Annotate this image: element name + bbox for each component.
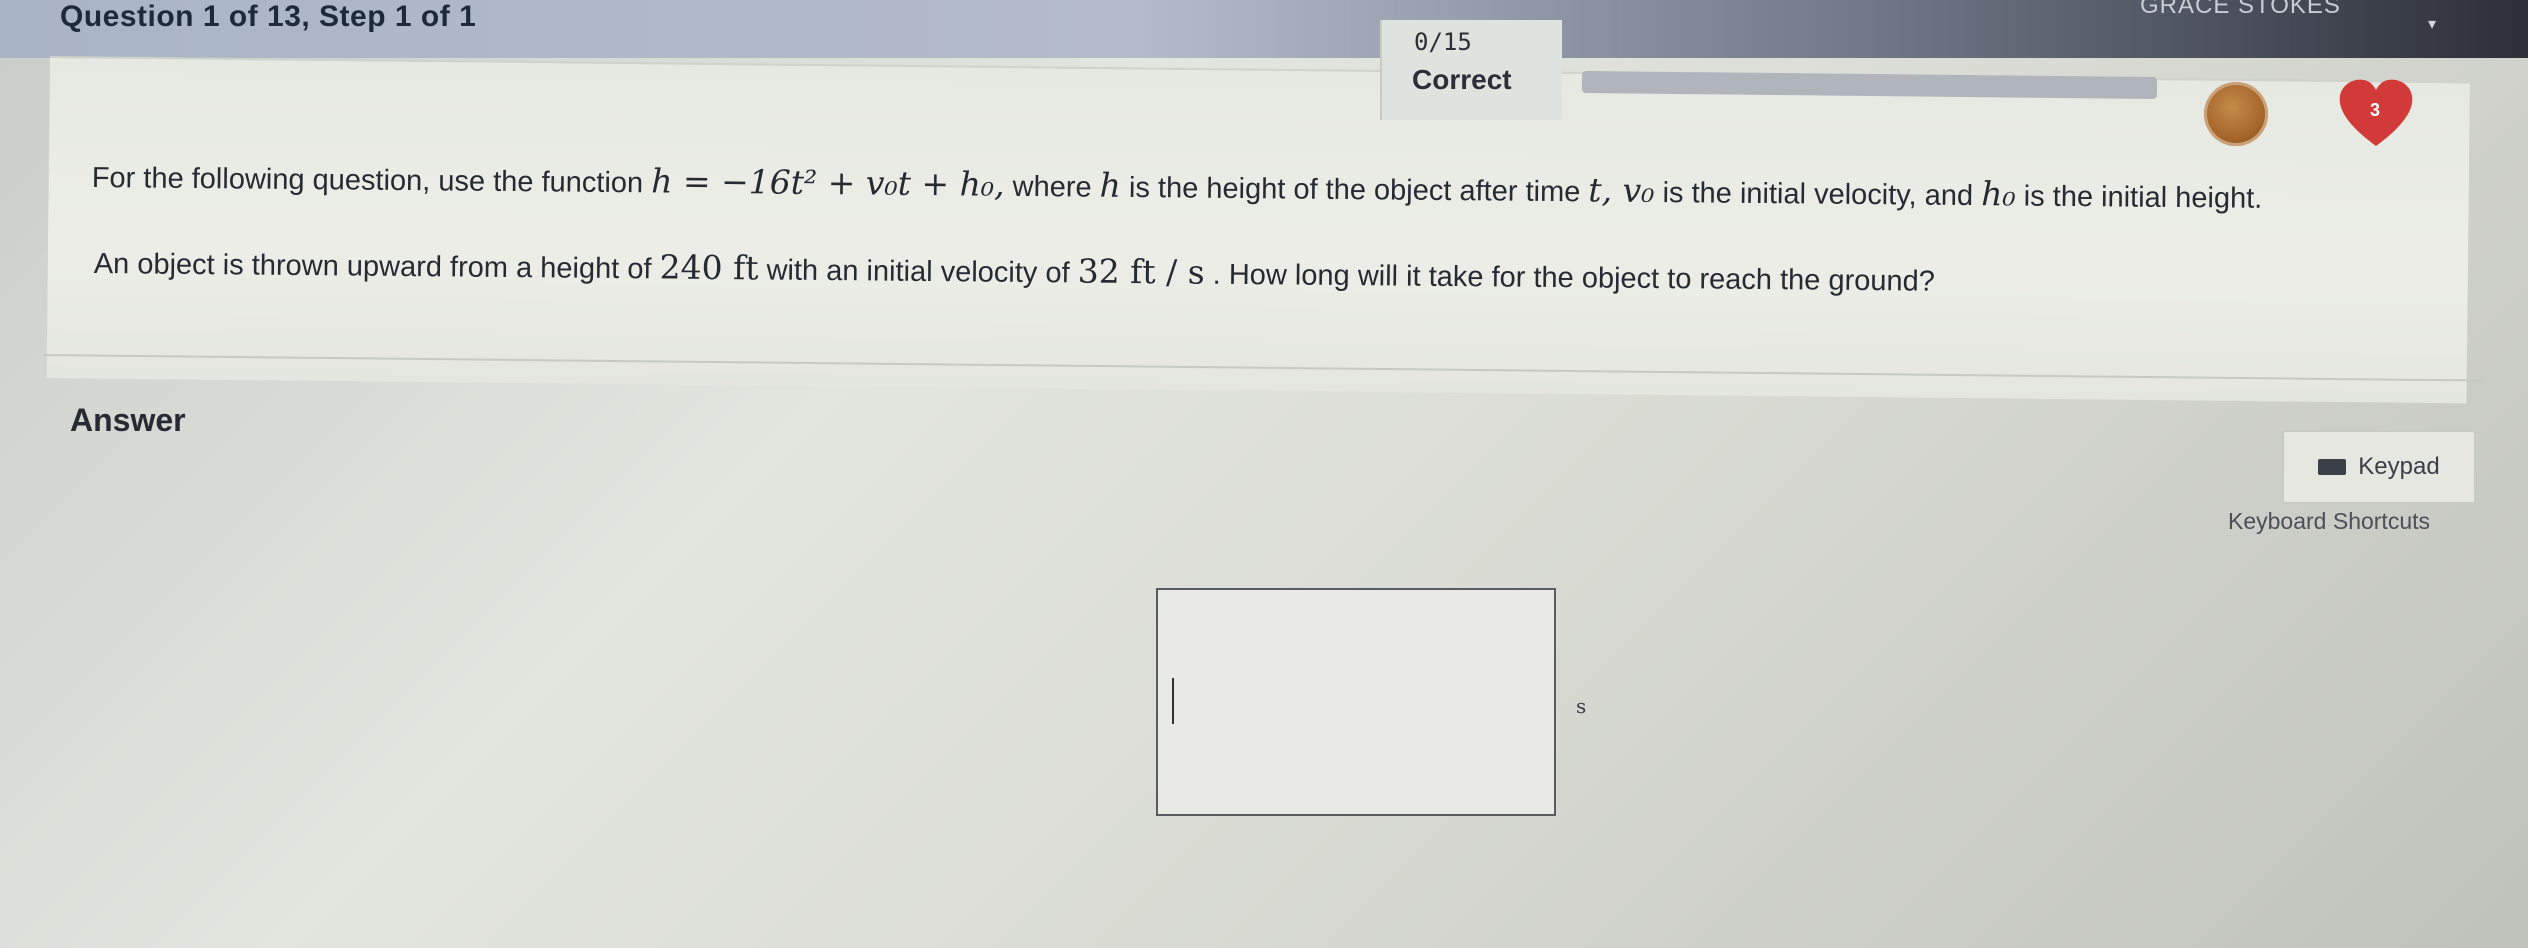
question-text: is the initial velocity, and bbox=[1654, 177, 1982, 213]
unit-label: s bbox=[1576, 694, 1587, 718]
screen: Question 1 of 13, Step 1 of 1 GRACE STOK… bbox=[0, 0, 2528, 948]
variable-h0: h₀ bbox=[1981, 174, 2016, 214]
score-count: 0/15 bbox=[1414, 28, 1472, 56]
question-text: with an initial velocity of bbox=[758, 254, 1078, 290]
keypad-label: Keypad bbox=[2358, 453, 2440, 480]
question-text: . How long will it take for the object t… bbox=[1204, 258, 1936, 298]
variable-h: h bbox=[1099, 165, 1122, 205]
keyboard-shortcuts-link[interactable]: Keyboard Shortcuts bbox=[2228, 508, 2430, 535]
formula: h = −16t² + v₀t + h₀, bbox=[651, 161, 1005, 204]
variable-t: t, bbox=[1588, 170, 1613, 210]
text-caret bbox=[1172, 678, 1174, 724]
variable-v0: v₀ bbox=[1611, 170, 1655, 210]
question-text: An object is thrown upward from a height… bbox=[93, 247, 660, 286]
keypad-button[interactable]: Keypad bbox=[2282, 430, 2476, 504]
question-text: where bbox=[1004, 170, 1100, 204]
question-intro-text: For the following question, use the func… bbox=[91, 161, 652, 200]
question-panel bbox=[46, 56, 2470, 404]
gem-icon[interactable] bbox=[2204, 82, 2268, 146]
answer-box[interactable] bbox=[1156, 588, 1556, 816]
keyboard-icon bbox=[2318, 459, 2347, 475]
height-value: 240 ft bbox=[659, 247, 759, 288]
heart-count: 3 bbox=[2370, 100, 2381, 120]
question-text: is the height of the object after time bbox=[1120, 171, 1589, 209]
answer-label: Answer bbox=[70, 402, 186, 438]
answer-input[interactable] bbox=[1168, 632, 1532, 698]
question-step-header: Question 1 of 13, Step 1 of 1 bbox=[60, 0, 477, 33]
chevron-down-icon[interactable]: ▾ bbox=[2428, 14, 2436, 34]
question-text: is the initial height. bbox=[2015, 180, 2263, 215]
velocity-value: 32 ft / s bbox=[1077, 251, 1205, 292]
user-name[interactable]: GRACE STOKES bbox=[2140, 0, 2341, 20]
score-status: Correct bbox=[1412, 64, 1512, 95]
